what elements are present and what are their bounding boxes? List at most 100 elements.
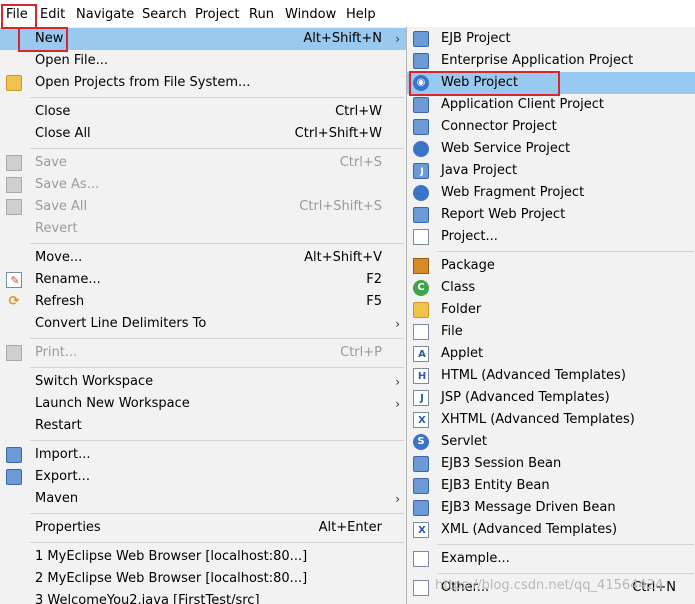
file-open-file-label: Open File... xyxy=(35,53,109,68)
file-export[interactable]: Export... xyxy=(0,466,406,488)
file-save[interactable]: Save Ctrl+S xyxy=(0,152,406,174)
file-print[interactable]: Print... Ctrl+P xyxy=(0,342,406,364)
new-connector-project[interactable]: Connector Project xyxy=(407,116,695,138)
new-ejb3-session-bean[interactable]: EJB3 Session Bean xyxy=(407,453,695,475)
file-save-as[interactable]: Save As... xyxy=(0,174,406,196)
file-properties[interactable]: Properties Alt+Enter xyxy=(0,517,406,539)
file-rename[interactable]: ✎ Rename... F2 xyxy=(0,269,406,291)
example-icon xyxy=(413,551,429,567)
file-revert[interactable]: Revert xyxy=(0,218,406,240)
file-maven[interactable]: Maven › xyxy=(0,488,406,510)
new-package-label: Package xyxy=(441,258,495,273)
menu-window[interactable]: Window xyxy=(285,6,336,24)
folder-icon xyxy=(6,75,22,91)
new-applet-label: Applet xyxy=(441,346,484,361)
new-folder[interactable]: Folder xyxy=(407,299,695,321)
new-applet[interactable]: A Applet xyxy=(407,343,695,365)
file-maven-label: Maven xyxy=(35,491,79,506)
new-report-web-project[interactable]: Report Web Project xyxy=(407,204,695,226)
new-example[interactable]: Example... xyxy=(407,548,695,570)
menu-run[interactable]: Run xyxy=(249,6,274,24)
file-save-as-label: Save As... xyxy=(35,177,100,192)
file-recent-2-label: 2 MyEclipse Web Browser [localhost:80...… xyxy=(35,571,308,586)
chevron-right-icon: › xyxy=(395,32,400,46)
web-service-project-icon xyxy=(413,141,429,157)
new-package[interactable]: Package xyxy=(407,255,695,277)
menu-search[interactable]: Search xyxy=(142,6,187,24)
new-app-client-project[interactable]: Application Client Project xyxy=(407,94,695,116)
file-open-projects[interactable]: Open Projects from File System... xyxy=(0,72,406,94)
new-web-fragment-project-label: Web Fragment Project xyxy=(441,185,585,200)
new-jsp[interactable]: J JSP (Advanced Templates) xyxy=(407,387,695,409)
file-recent-1-label: 1 MyEclipse Web Browser [localhost:80...… xyxy=(35,549,308,564)
file-rename-accel: F2 xyxy=(366,272,382,287)
file-open-file[interactable]: Open File... xyxy=(0,50,406,72)
file-refresh-label: Refresh xyxy=(35,294,85,309)
file-close-all[interactable]: Close All Ctrl+Shift+W xyxy=(0,123,406,145)
new-project-label: Project... xyxy=(441,229,498,244)
file-launch-new-workspace[interactable]: Launch New Workspace › xyxy=(0,393,406,415)
annotation-box-new xyxy=(18,27,68,52)
file-convert-line-delimiters[interactable]: Convert Line Delimiters To › xyxy=(0,313,406,335)
new-java-project[interactable]: J Java Project xyxy=(407,160,695,182)
menu-bar: File Edit Navigate Search Project Run Wi… xyxy=(0,0,695,28)
new-web-service-project[interactable]: Web Service Project xyxy=(407,138,695,160)
file-import[interactable]: Import... xyxy=(0,444,406,466)
separator xyxy=(30,367,404,368)
new-folder-label: Folder xyxy=(441,302,482,317)
import-icon xyxy=(6,447,22,463)
new-xml[interactable]: X XML (Advanced Templates) xyxy=(407,519,695,541)
new-enterprise-project[interactable]: Enterprise Application Project xyxy=(407,50,695,72)
save-icon xyxy=(6,155,22,171)
new-web-service-project-label: Web Service Project xyxy=(441,141,571,156)
separator xyxy=(30,440,404,441)
new-xhtml[interactable]: X XHTML (Advanced Templates) xyxy=(407,409,695,431)
separator xyxy=(30,243,404,244)
file-restart[interactable]: Restart xyxy=(0,415,406,437)
new-submenu: EJB Project Enterprise Application Proje… xyxy=(406,27,695,604)
new-class[interactable]: C Class xyxy=(407,277,695,299)
new-project[interactable]: Project... xyxy=(407,226,695,248)
rename-icon: ✎ xyxy=(6,272,22,288)
file-print-label: Print... xyxy=(35,345,78,360)
save-all-icon xyxy=(6,199,22,215)
menu-edit[interactable]: Edit xyxy=(40,6,65,24)
file-recent-3[interactable]: 3 WelcomeYou2.java [FirstTest/src] xyxy=(0,590,406,604)
file-switch-workspace-label: Switch Workspace xyxy=(35,374,154,389)
new-ejb-project-label: EJB Project xyxy=(441,31,511,46)
menu-project[interactable]: Project xyxy=(195,6,239,24)
file-switch-workspace[interactable]: Switch Workspace › xyxy=(0,371,406,393)
file-save-all-label: Save All xyxy=(35,199,88,214)
enterprise-project-icon xyxy=(413,53,429,69)
new-ejb3-entity-bean[interactable]: EJB3 Entity Bean xyxy=(407,475,695,497)
new-html[interactable]: H HTML (Advanced Templates) xyxy=(407,365,695,387)
connector-project-icon xyxy=(413,119,429,135)
new-web-fragment-project[interactable]: Web Fragment Project xyxy=(407,182,695,204)
report-web-project-icon xyxy=(413,207,429,223)
menu-navigate[interactable]: Navigate xyxy=(76,6,134,24)
new-connector-project-label: Connector Project xyxy=(441,119,557,134)
chevron-right-icon: › xyxy=(395,375,400,389)
new-ejb3-mdb[interactable]: EJB3 Message Driven Bean xyxy=(407,497,695,519)
new-servlet[interactable]: S Servlet xyxy=(407,431,695,453)
menu-help[interactable]: Help xyxy=(346,6,376,24)
separator xyxy=(30,338,404,339)
other-icon xyxy=(413,580,429,596)
class-icon: C xyxy=(413,280,429,296)
separator xyxy=(30,97,404,98)
file-print-accel: Ctrl+P xyxy=(340,345,382,360)
new-xml-label: XML (Advanced Templates) xyxy=(441,522,618,537)
file-properties-accel: Alt+Enter xyxy=(318,520,382,535)
watermark: https://blog.csdn.net/qq_41564424 xyxy=(435,578,664,593)
file-close-all-label: Close All xyxy=(35,126,91,141)
file-recent-1[interactable]: 1 MyEclipse Web Browser [localhost:80...… xyxy=(0,546,406,568)
new-file[interactable]: File xyxy=(407,321,695,343)
file-close[interactable]: Close Ctrl+W xyxy=(0,101,406,123)
file-save-all[interactable]: Save All Ctrl+Shift+S xyxy=(0,196,406,218)
file-refresh[interactable]: ⟳ Refresh F5 xyxy=(0,291,406,313)
new-ejb-project[interactable]: EJB Project xyxy=(407,28,695,50)
file-save-all-accel: Ctrl+Shift+S xyxy=(299,199,382,214)
file-recent-2[interactable]: 2 MyEclipse Web Browser [localhost:80...… xyxy=(0,568,406,590)
file-move[interactable]: Move... Alt+Shift+V xyxy=(0,247,406,269)
separator xyxy=(437,544,694,545)
